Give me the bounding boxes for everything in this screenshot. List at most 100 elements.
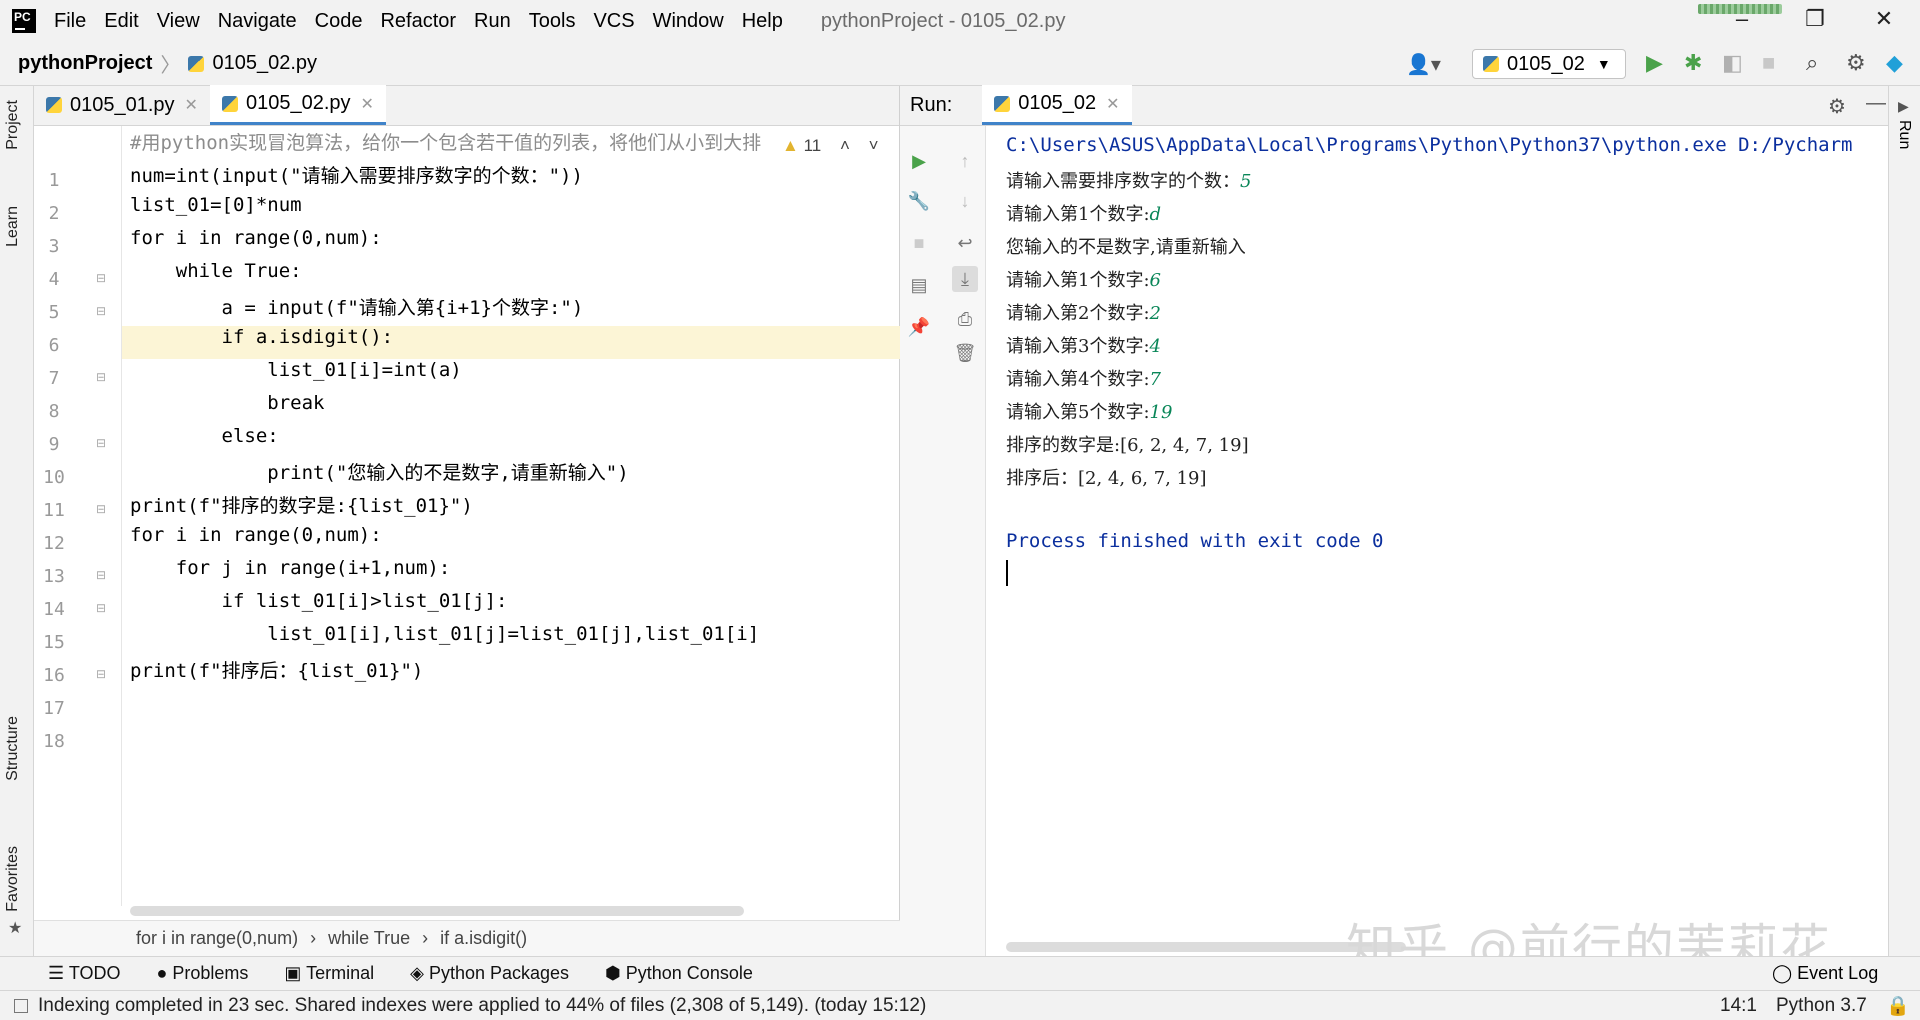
trash-icon[interactable]: 🗑 (952, 340, 978, 366)
fold-icon[interactable]: ⊟ (96, 304, 106, 318)
menu-window[interactable]: Window (653, 10, 724, 33)
lock-icon[interactable]: 🔒 (1886, 994, 1910, 1018)
code-line[interactable]: break (130, 392, 324, 414)
menu-code[interactable]: Code (315, 10, 363, 33)
menu-edit[interactable]: Edit (104, 10, 138, 33)
fold-icon[interactable]: ⊟ (96, 601, 106, 615)
coverage-icon[interactable]: ◧ (1722, 50, 1743, 76)
code-line[interactable]: print(f"排序的数字是:{list_01}") (130, 491, 473, 518)
fold-icon[interactable]: ⊟ (96, 568, 106, 582)
code-line[interactable]: for i in range(0,num): (130, 524, 382, 546)
search-icon[interactable]: ⌕ (1806, 50, 1818, 76)
code-line[interactable]: list_01[i],list_01[j]=list_01[j],list_01… (130, 623, 759, 645)
tab-python-packages[interactable]: ◈ Python Packages (410, 963, 569, 984)
code-line[interactable]: print("您输入的不是数字,请重新输入") (130, 458, 628, 485)
stop-icon[interactable]: ■ (906, 230, 932, 256)
run-icon[interactable]: ▶ (1646, 50, 1663, 76)
stop-icon[interactable]: ■ (1762, 50, 1775, 76)
code-line[interactable]: if list_01[i]>list_01[j]: (130, 590, 508, 612)
tab-0105-01[interactable]: 0105_01.py ✕ (34, 85, 210, 125)
fold-icon[interactable]: ⊟ (96, 436, 106, 450)
print-icon[interactable]: ⎙ (952, 306, 978, 332)
gear-icon[interactable]: ⚙ (1846, 50, 1866, 76)
breadcrumb-project[interactable]: pythonProject (18, 52, 152, 75)
layout-icon[interactable]: ▤ (906, 272, 932, 298)
close-icon[interactable]: ✕ (1106, 94, 1119, 114)
menu-navigate[interactable]: Navigate (218, 10, 297, 33)
run-side-tab[interactable]: Run (1895, 120, 1913, 149)
chevron-up-icon[interactable]: ˄ (840, 136, 850, 155)
wrench-icon[interactable]: 🔧 (906, 188, 932, 214)
code-line[interactable]: #用python实现冒泡算法，给你一个包含若干值的列表，将他们从小到大排 (130, 128, 761, 155)
debug-icon[interactable]: ✱ (1684, 50, 1702, 76)
inspection-widget[interactable]: ▲ 11 ˄ ˅ (782, 136, 879, 156)
run-config-select[interactable]: 0105_02 ▼ (1472, 49, 1626, 79)
console-output[interactable]: C:\Users\ASUS\AppData\Local\Programs\Pyt… (1006, 126, 1886, 916)
code-line[interactable]: num=int(input("请输入需要排序数字的个数：")) (130, 161, 583, 188)
user-icon[interactable]: 👤▾ (1406, 52, 1441, 77)
menu-help[interactable]: Help (742, 10, 783, 33)
close-icon[interactable]: ✕ (185, 95, 198, 115)
plugin-icon[interactable]: ◆ (1886, 50, 1903, 76)
horizontal-scrollbar[interactable] (130, 906, 744, 916)
project-tab[interactable]: Project (4, 100, 22, 150)
chevron-down-icon[interactable]: ˅ (869, 136, 879, 155)
code-line[interactable]: for j in range(i+1,num): (130, 557, 451, 579)
code-line[interactable]: list_01=[0]*num (130, 194, 302, 216)
navigation-bar: pythonProject 〉 0105_02.py 👤▾ 0105_02 ▼ … (0, 42, 1920, 86)
run-tool-window-icon[interactable]: ▶ (1898, 98, 1909, 115)
code-line[interactable]: print(f"排序后：{list_01}") (130, 656, 423, 683)
rerun-icon[interactable]: ▶ (906, 148, 932, 174)
menu-view[interactable]: View (157, 10, 200, 33)
code-line[interactable]: for i in range(0,num): (130, 227, 382, 249)
favorites-tab[interactable]: Favorites (4, 846, 22, 912)
console-line: 您输入的不是数字,请重新输入 (1006, 233, 1246, 259)
close-icon[interactable]: ✕ (361, 94, 374, 114)
fold-icon[interactable]: ⊟ (96, 667, 106, 681)
code-line[interactable]: while True: (130, 260, 302, 282)
tab-label: 0105_01.py (70, 93, 175, 116)
line-number: 3 (48, 236, 60, 257)
breadcrumb-item[interactable]: for i in range(0,num) (136, 928, 298, 949)
up-arrow-icon[interactable]: ↑ (952, 148, 978, 174)
console-user-input: d (1149, 204, 1162, 225)
status-toggle-icon[interactable] (14, 998, 28, 1013)
menu-tools[interactable]: Tools (529, 10, 576, 33)
code-line[interactable]: list_01[i]=int(a) (130, 359, 461, 381)
menu-refactor[interactable]: Refactor (380, 10, 456, 33)
line-number: 14 (43, 599, 65, 620)
scroll-to-end-icon[interactable]: ⤓ (952, 266, 978, 292)
fold-icon[interactable]: ⊟ (96, 271, 106, 285)
run-tab[interactable]: 0105_02 ✕ (982, 85, 1132, 125)
event-log-button[interactable]: ◯ Event Log (1772, 963, 1878, 984)
pin-icon[interactable]: 📌 (906, 314, 932, 340)
gear-icon[interactable]: ⚙ (1828, 94, 1846, 119)
breadcrumb-item[interactable]: while True (328, 928, 410, 949)
down-arrow-icon[interactable]: ↓ (952, 188, 978, 214)
editor-pane: 0105_01.py ✕ 0105_02.py ✕ ▲ 11 ˄ ˅ 12345… (34, 85, 900, 956)
restore-button[interactable]: ❐ (1795, 6, 1835, 36)
menu-run[interactable]: Run (474, 10, 511, 33)
code-line[interactable]: else: (130, 425, 279, 447)
tab-python-console[interactable]: ⬢ Python Console (605, 963, 753, 984)
fold-icon[interactable]: ⊟ (96, 370, 106, 384)
tab-terminal[interactable]: ▣ Terminal (284, 963, 374, 984)
interpreter-label[interactable]: Python 3.7 (1776, 995, 1867, 1017)
soft-wrap-icon[interactable]: ↩ (952, 230, 978, 256)
code-line[interactable]: if a.isdigit(): (130, 326, 394, 348)
code-line[interactable]: a = input(f"请输入第{i+1}个数字:") (130, 293, 584, 320)
menu-vcs[interactable]: VCS (593, 10, 634, 33)
caret-position[interactable]: 14:1 (1720, 995, 1757, 1017)
tab-0105-02[interactable]: 0105_02.py ✕ (209, 85, 386, 125)
learn-tab[interactable]: Learn (4, 206, 22, 247)
menu-file[interactable]: File (54, 10, 86, 33)
tab-todo[interactable]: ☰ TODO (48, 963, 120, 984)
tab-problems[interactable]: ● Problems (156, 963, 248, 984)
breadcrumb-item[interactable]: if a.isdigit() (440, 928, 527, 949)
minimize-button[interactable]: – (1722, 6, 1762, 36)
structure-tab[interactable]: Structure (4, 716, 22, 781)
fold-icon[interactable]: ⊟ (96, 502, 106, 516)
minimize-panel-icon[interactable]: — (1866, 92, 1886, 115)
breadcrumb-file[interactable]: 0105_02.py (212, 52, 317, 75)
close-button[interactable]: ✕ (1864, 6, 1904, 36)
